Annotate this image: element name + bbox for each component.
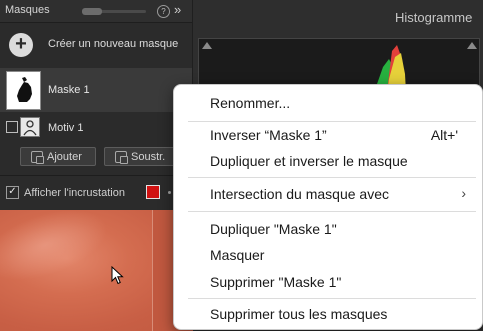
- create-new-mask-button[interactable]: Créer un nouveau masque: [48, 38, 178, 50]
- menu-item-label: Dupliquer et inverser le masque: [210, 153, 408, 169]
- menu-separator: [188, 121, 476, 122]
- overlay-options-dot[interactable]: [168, 191, 171, 194]
- menu-item-duplicate-invert[interactable]: Dupliquer et inverser le masque: [174, 151, 482, 173]
- menu-separator: [188, 211, 476, 212]
- subject-person-icon[interactable]: [20, 117, 40, 137]
- add-button-label: Ajouter: [47, 151, 82, 163]
- subject-visibility-toggle[interactable]: [6, 121, 18, 133]
- shadow-clipping-indicator[interactable]: [202, 42, 212, 49]
- subtract-from-mask-button[interactable]: Soustr.: [104, 147, 178, 166]
- menu-item-rename[interactable]: Renommer...: [174, 93, 482, 115]
- panel-divider: [0, 175, 192, 176]
- mouse-pointer-icon: [111, 266, 124, 285]
- collapse-panel-icon[interactable]: »: [174, 2, 181, 17]
- show-overlay-checkbox[interactable]: ✓: [6, 186, 19, 199]
- menu-item-label: Renommer...: [210, 95, 291, 111]
- add-to-mask-button[interactable]: Ajouter: [20, 147, 96, 166]
- help-icon[interactable]: ?: [157, 5, 170, 18]
- submenu-chevron-icon: ›: [461, 185, 466, 201]
- histogram-title: Histogramme: [395, 10, 473, 25]
- highlight-clipping-indicator[interactable]: [467, 42, 477, 49]
- opacity-slider-thumb[interactable]: [82, 8, 102, 15]
- menu-item-label: Dupliquer "Maske 1": [210, 221, 337, 237]
- menu-item-label: Inverser “Maske 1”: [210, 127, 327, 143]
- menu-item-intersect[interactable]: Intersection du masque avec ›: [174, 184, 482, 206]
- overlay-color-swatch[interactable]: [146, 185, 160, 199]
- menu-item-label: Masquer: [210, 247, 265, 263]
- subtract-button-label: Soustr.: [131, 151, 166, 163]
- mask-name[interactable]: Maske 1: [48, 84, 90, 96]
- add-mask-icon: [31, 151, 44, 164]
- menu-item-label: Supprimer tous les masques: [210, 306, 388, 322]
- menu-separator: [188, 298, 476, 299]
- menu-item-delete[interactable]: Supprimer "Maske 1": [174, 272, 482, 294]
- subject-component-name[interactable]: Motiv 1: [48, 122, 83, 134]
- menu-item-hide[interactable]: Masquer: [174, 245, 482, 267]
- menu-item-label: Supprimer "Maske 1": [210, 274, 342, 290]
- subtract-mask-icon: [115, 151, 128, 164]
- mask-thumbnail[interactable]: [6, 71, 41, 110]
- show-overlay-label[interactable]: Afficher l'incrustation: [24, 187, 125, 199]
- menu-item-label: Intersection du masque avec: [210, 186, 389, 202]
- masks-panel-title: Masques: [5, 4, 50, 16]
- mask-context-menu: Renommer... Inverser “Maske 1” Alt+' Dup…: [173, 84, 483, 330]
- menu-item-duplicate[interactable]: Dupliquer "Maske 1": [174, 219, 482, 241]
- mask-silhouette-icon: [17, 77, 32, 102]
- menu-item-invert[interactable]: Inverser “Maske 1” Alt+': [174, 125, 482, 147]
- menu-separator: [188, 177, 476, 178]
- menu-item-shortcut: Alt+': [430, 127, 458, 143]
- menu-item-delete-all[interactable]: Supprimer tous les masques: [174, 304, 482, 326]
- plus-circle-icon[interactable]: +: [9, 33, 33, 57]
